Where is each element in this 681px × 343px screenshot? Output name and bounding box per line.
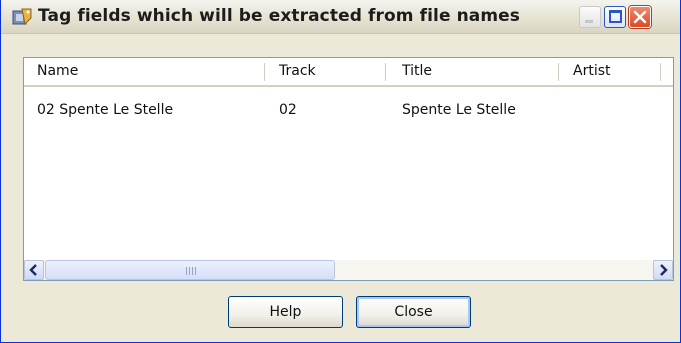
column-header-artist[interactable]: Artist bbox=[573, 58, 611, 85]
help-button[interactable]: Help bbox=[228, 296, 343, 328]
maximize-button[interactable] bbox=[604, 6, 626, 28]
arrow-right-icon bbox=[660, 264, 668, 276]
scroll-right-button[interactable] bbox=[653, 260, 673, 280]
maximize-icon bbox=[609, 10, 622, 23]
dialog-window: Tag fields which will be extracted from … bbox=[0, 0, 681, 343]
scrollbar-thumb[interactable] bbox=[45, 260, 335, 280]
title-bar[interactable]: Tag fields which will be extracted from … bbox=[1, 0, 680, 34]
minimize-icon bbox=[585, 20, 593, 23]
column-header-name[interactable]: Name bbox=[37, 58, 78, 85]
column-header-track[interactable]: Track bbox=[279, 58, 316, 85]
cell-title: Spente Le Stelle bbox=[402, 102, 516, 118]
cell-track: 02 bbox=[279, 102, 297, 118]
close-button[interactable]: Close bbox=[356, 296, 471, 328]
cell-name: 02 Spente Le Stelle bbox=[37, 102, 174, 118]
grip-icon bbox=[186, 267, 196, 275]
tag-fields-app-icon bbox=[12, 8, 32, 26]
column-divider[interactable] bbox=[264, 63, 265, 81]
column-divider[interactable] bbox=[558, 63, 559, 81]
list-header: Name Track Title Artist bbox=[24, 58, 673, 87]
arrow-left-icon bbox=[29, 264, 37, 276]
column-header-title[interactable]: Title bbox=[402, 58, 432, 85]
column-divider[interactable] bbox=[660, 63, 661, 81]
column-divider[interactable] bbox=[385, 63, 386, 81]
horizontal-scrollbar[interactable] bbox=[24, 260, 673, 280]
scroll-left-button[interactable] bbox=[24, 260, 44, 280]
window-title: Tag fields which will be extracted from … bbox=[38, 6, 521, 26]
close-icon bbox=[633, 10, 647, 24]
file-list-view[interactable]: Name Track Title Artist 02 Spente Le Ste… bbox=[23, 57, 674, 281]
close-window-button[interactable] bbox=[629, 6, 651, 28]
minimize-button[interactable] bbox=[579, 6, 601, 28]
